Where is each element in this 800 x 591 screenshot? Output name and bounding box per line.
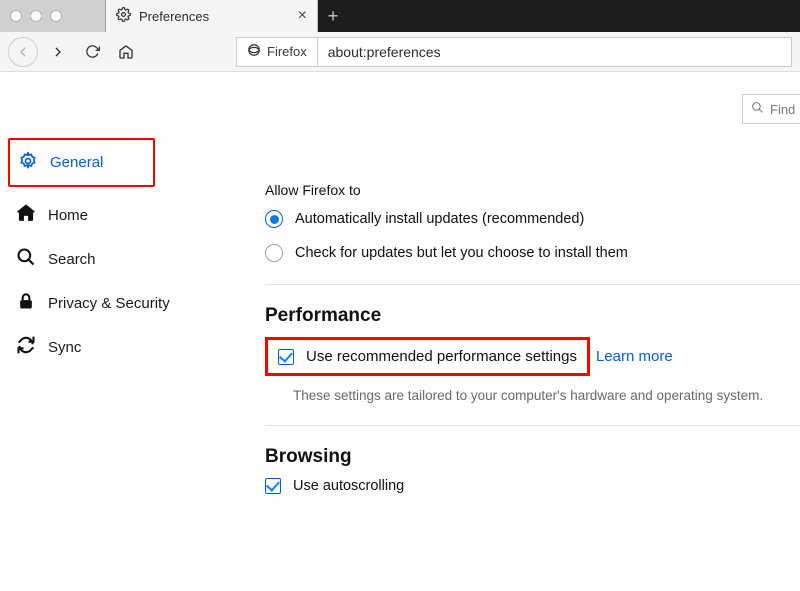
reload-button[interactable] (78, 38, 106, 66)
home-button[interactable] (112, 38, 140, 66)
learn-more-link[interactable]: Learn more (596, 348, 673, 365)
sync-icon (16, 335, 36, 359)
home-icon (16, 203, 36, 227)
sidebar-item-general[interactable]: General (8, 138, 155, 187)
find-in-options[interactable]: Find (742, 94, 800, 124)
search-icon (751, 101, 764, 117)
window-zoom-dot[interactable] (50, 10, 62, 22)
performance-heading: Performance (265, 305, 800, 327)
sidebar-item-label: General (50, 154, 103, 171)
window-controls (0, 0, 106, 32)
search-icon (16, 247, 36, 271)
new-tab-button[interactable]: + (318, 0, 348, 32)
updates-section: Allow Firefox to Automatically install u… (265, 92, 800, 494)
sidebar-item-label: Privacy & Security (48, 295, 170, 312)
lock-icon (16, 291, 36, 315)
close-icon[interactable]: × (298, 8, 307, 24)
sidebar-item-label: Home (48, 207, 88, 224)
identity-box[interactable]: Firefox (237, 38, 318, 66)
sidebar-item-privacy[interactable]: Privacy & Security (0, 281, 215, 325)
tab-title: Preferences (139, 9, 209, 24)
main-panel: Find Allow Firefox to Automatically inst… (215, 72, 800, 591)
update-option-auto[interactable]: Automatically install updates (recommend… (265, 210, 800, 228)
url-input[interactable] (318, 38, 791, 66)
sidebar-item-label: Search (48, 251, 96, 268)
tab-strip: Preferences × + (0, 0, 800, 32)
browsing-heading: Browsing (265, 446, 800, 468)
radio-auto-install[interactable] (265, 210, 283, 228)
content-area: General Home Search Privacy & Security (0, 72, 800, 591)
radio-label: Automatically install updates (recommend… (295, 211, 584, 227)
radio-check-updates[interactable] (265, 244, 283, 262)
checkbox-autoscroll[interactable] (265, 478, 281, 494)
firefox-icon (247, 43, 261, 60)
nav-toolbar: Firefox (0, 32, 800, 72)
checkbox-label: Use recommended performance settings (306, 348, 577, 365)
window-close-dot[interactable] (10, 10, 22, 22)
identity-label: Firefox (267, 44, 307, 59)
section-divider (265, 425, 800, 426)
checkbox-recommended-perf[interactable] (278, 349, 294, 365)
sidebar-item-search[interactable]: Search (0, 237, 215, 281)
sidebar-item-sync[interactable]: Sync (0, 325, 215, 369)
app-window: Preferences × + Firefox (0, 0, 800, 591)
find-placeholder: Find (770, 102, 795, 117)
sidebar: General Home Search Privacy & Security (0, 72, 215, 591)
tab-preferences[interactable]: Preferences × (106, 0, 318, 32)
allow-firefox-label: Allow Firefox to (265, 182, 800, 198)
gear-icon (116, 7, 131, 25)
perf-note: These settings are tailored to your comp… (293, 388, 800, 403)
window-minimize-dot[interactable] (30, 10, 42, 22)
url-bar[interactable]: Firefox (236, 37, 792, 67)
gear-icon (18, 151, 38, 175)
sidebar-item-label: Sync (48, 339, 81, 356)
update-option-check[interactable]: Check for updates but let you choose to … (265, 244, 800, 262)
checkbox-label: Use autoscrolling (293, 478, 404, 494)
use-recommended-perf-row[interactable]: Use recommended performance settings (265, 337, 590, 376)
sidebar-item-home[interactable]: Home (0, 193, 215, 237)
back-button[interactable] (8, 37, 38, 67)
forward-button[interactable] (44, 38, 72, 66)
radio-label: Check for updates but let you choose to … (295, 245, 628, 261)
section-divider (265, 284, 800, 285)
autoscroll-row[interactable]: Use autoscrolling (265, 478, 800, 494)
